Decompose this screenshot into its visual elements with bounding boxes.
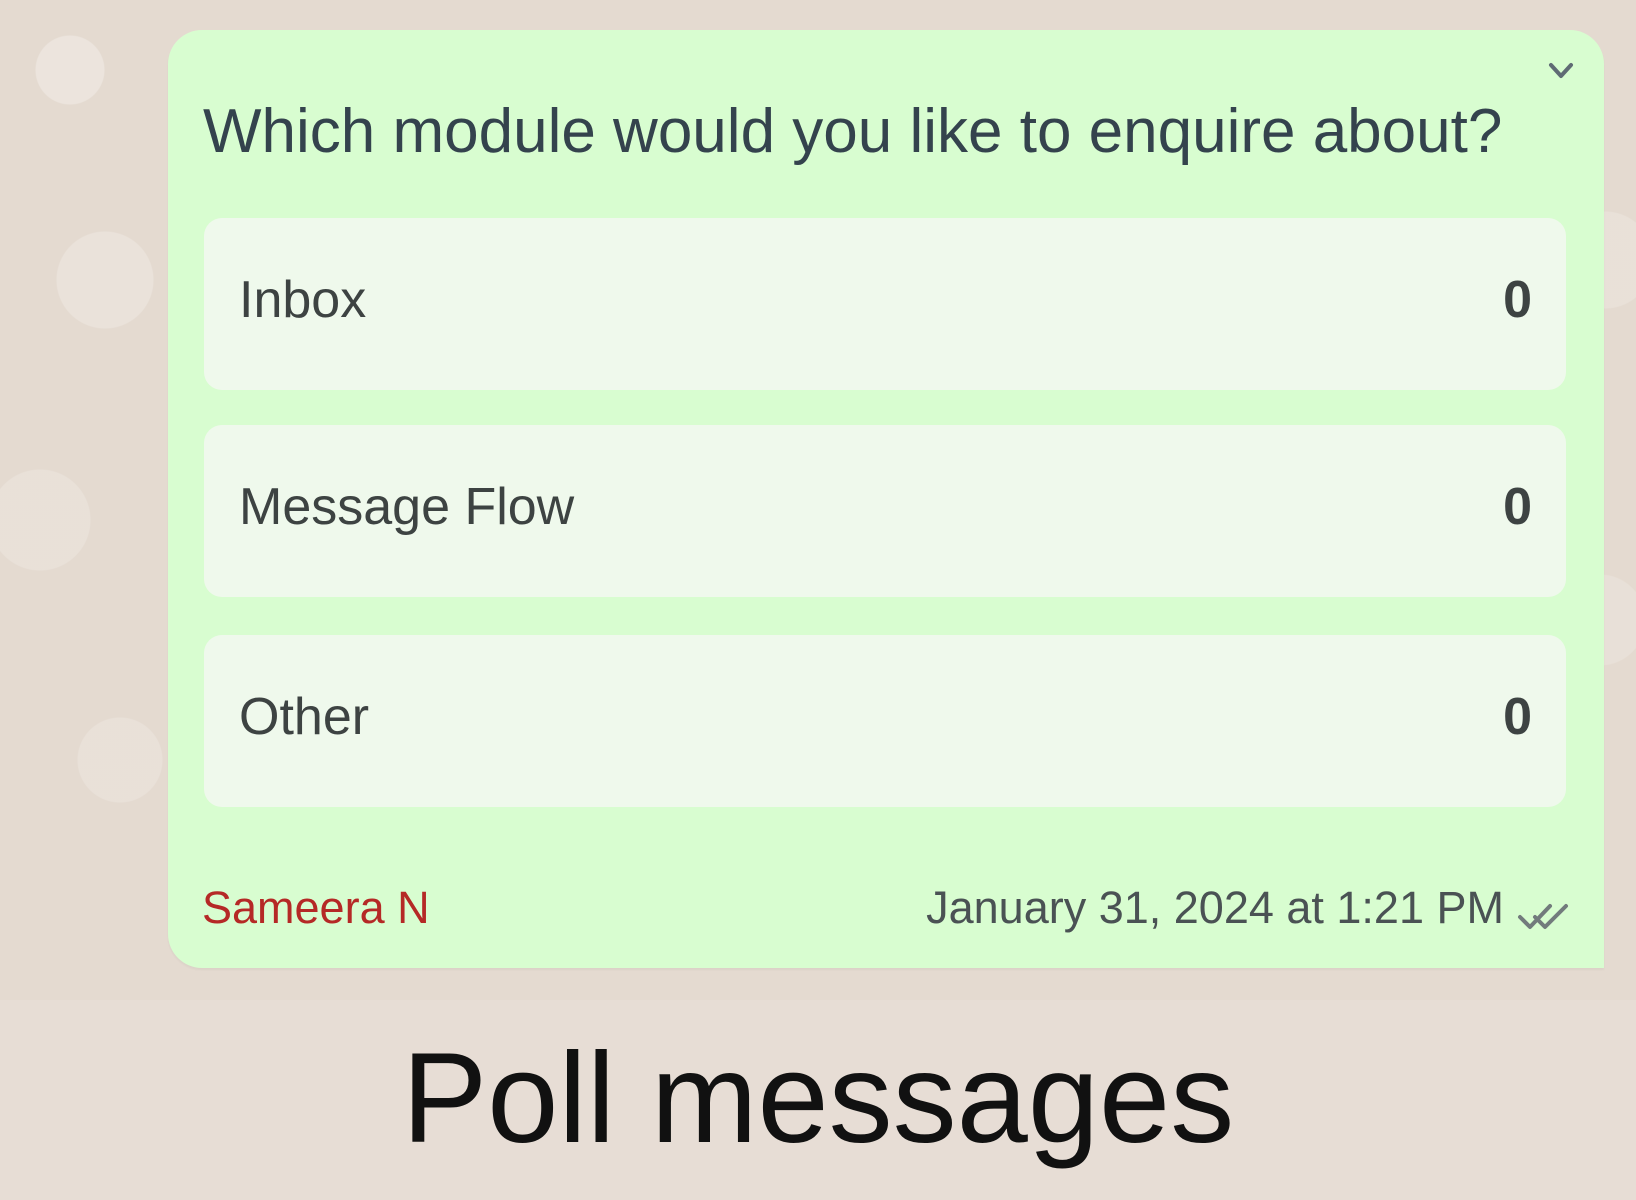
sender-name: Sameera N xyxy=(202,882,430,933)
poll-option-label: Message Flow xyxy=(239,478,575,536)
poll-option-count: 0 xyxy=(1503,688,1532,746)
poll-option-inbox[interactable]: Inbox 0 xyxy=(204,218,1566,390)
poll-option-count: 0 xyxy=(1503,271,1532,329)
poll-option-label: Other xyxy=(239,688,370,746)
poll-option-other[interactable]: Other 0 xyxy=(204,635,1566,807)
poll-option-count: 0 xyxy=(1503,478,1532,536)
poll-message-bubble: Which module would you like to enquire a… xyxy=(168,30,1604,968)
poll-option-label: Inbox xyxy=(239,271,367,329)
poll-question: Which module would you like to enquire a… xyxy=(203,97,1503,166)
poll-option-message-flow[interactable]: Message Flow 0 xyxy=(204,425,1566,597)
double-check-icon xyxy=(1516,900,1570,934)
message-options-button[interactable] xyxy=(1544,54,1578,88)
feature-caption: Poll messages xyxy=(401,1027,1235,1170)
message-timestamp: January 31, 2024 at 1:21 PM xyxy=(926,882,1504,933)
chevron-down-icon xyxy=(1549,63,1573,78)
